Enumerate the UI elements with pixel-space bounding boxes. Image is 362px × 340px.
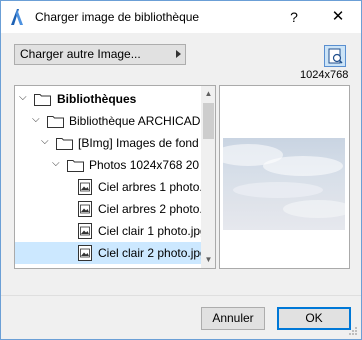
image-preview-icon — [328, 48, 343, 64]
footer-divider — [1, 295, 361, 296]
window-title: Charger image de bibliothèque — [35, 10, 200, 24]
tree-item-partial[interactable] — [15, 264, 201, 268]
tree-item-ciel-arbres-1[interactable]: Ciel arbres 1 photo.jpg — [15, 176, 201, 198]
tree-item-bibliotheque-archicad[interactable]: ⌵ Bibliothèque ARCHICAD 2 — [15, 110, 201, 132]
tree-item-ciel-clair-2[interactable]: Ciel clair 2 photo.jpg — [15, 242, 201, 264]
help-button[interactable]: ? — [279, 5, 309, 29]
tree-item-ciel-arbres-2[interactable]: Ciel arbres 2 photo.jpg — [15, 198, 201, 220]
dialog-window: Charger image de bibliothèque ? ✕ Charge… — [0, 0, 362, 340]
chevron-down-icon[interactable]: ⌵ — [41, 136, 51, 148]
tree-item-label: Bibliothèques — [57, 92, 137, 106]
image-file-icon — [78, 223, 92, 239]
image-preview-pane — [219, 85, 350, 269]
image-file-icon — [78, 201, 92, 217]
tree-item-ciel-clair-1[interactable]: Ciel clair 1 photo.jpg — [15, 220, 201, 242]
folder-icon — [47, 116, 64, 128]
chevron-down-icon[interactable]: ⌵ — [52, 158, 62, 170]
resize-grip-icon[interactable] — [348, 326, 358, 336]
image-preview-toggle-button[interactable] — [324, 45, 346, 67]
sky-preview-image — [223, 138, 345, 230]
scroll-down-icon[interactable]: ▼ — [201, 252, 215, 268]
load-other-image-button[interactable]: Charger autre Image... — [14, 44, 186, 65]
chevron-down-icon[interactable]: ⌵ — [32, 114, 42, 126]
resolution-label: 1024x768 — [300, 69, 349, 81]
tree-item-label: Ciel arbres 1 photo.jpg — [98, 180, 201, 194]
tree-item-images-de-fond[interactable]: ⌵ [BImg] Images de fond 2 — [15, 132, 201, 154]
tree-item-label: Bibliothèque ARCHICAD 2 — [69, 114, 201, 128]
load-other-image-label: Charger autre Image... — [20, 47, 141, 61]
image-file-icon — [78, 245, 92, 261]
image-file-icon — [78, 179, 92, 195]
close-button[interactable]: ✕ — [323, 5, 353, 29]
tree-item-label: Ciel arbres 2 photo.jpg — [98, 202, 201, 216]
tree-vertical-scrollbar[interactable]: ▲ ▼ — [201, 86, 215, 268]
folder-icon — [67, 160, 84, 172]
tree-item-label: [BImg] Images de fond 2 — [78, 136, 201, 150]
tree-item-photos-1024x768[interactable]: ⌵ Photos 1024x768 20 — [15, 154, 201, 176]
tree-item-label: Ciel clair 1 photo.jpg — [98, 224, 201, 238]
scroll-up-icon[interactable]: ▲ — [201, 86, 215, 102]
title-bar: Charger image de bibliothèque ? ✕ — [1, 1, 361, 33]
scrollbar-thumb[interactable] — [203, 103, 214, 139]
library-tree[interactable]: ⌵ Bibliothèques ⌵ Bibliothèque ARCHICAD … — [14, 85, 216, 269]
chevron-right-icon — [176, 50, 181, 58]
chevron-down-icon[interactable]: ⌵ — [19, 92, 29, 104]
tree-item-label: Photos 1024x768 20 — [89, 158, 200, 172]
folder-icon — [34, 94, 51, 106]
tree-item-label: Ciel clair 2 photo.jpg — [98, 246, 201, 260]
ok-button[interactable]: OK — [277, 307, 351, 330]
archicad-app-icon — [11, 9, 23, 25]
cancel-button[interactable]: Annuler — [201, 307, 265, 330]
folder-icon — [56, 138, 73, 150]
tree-item-bibliotheques[interactable]: ⌵ Bibliothèques — [15, 88, 201, 110]
